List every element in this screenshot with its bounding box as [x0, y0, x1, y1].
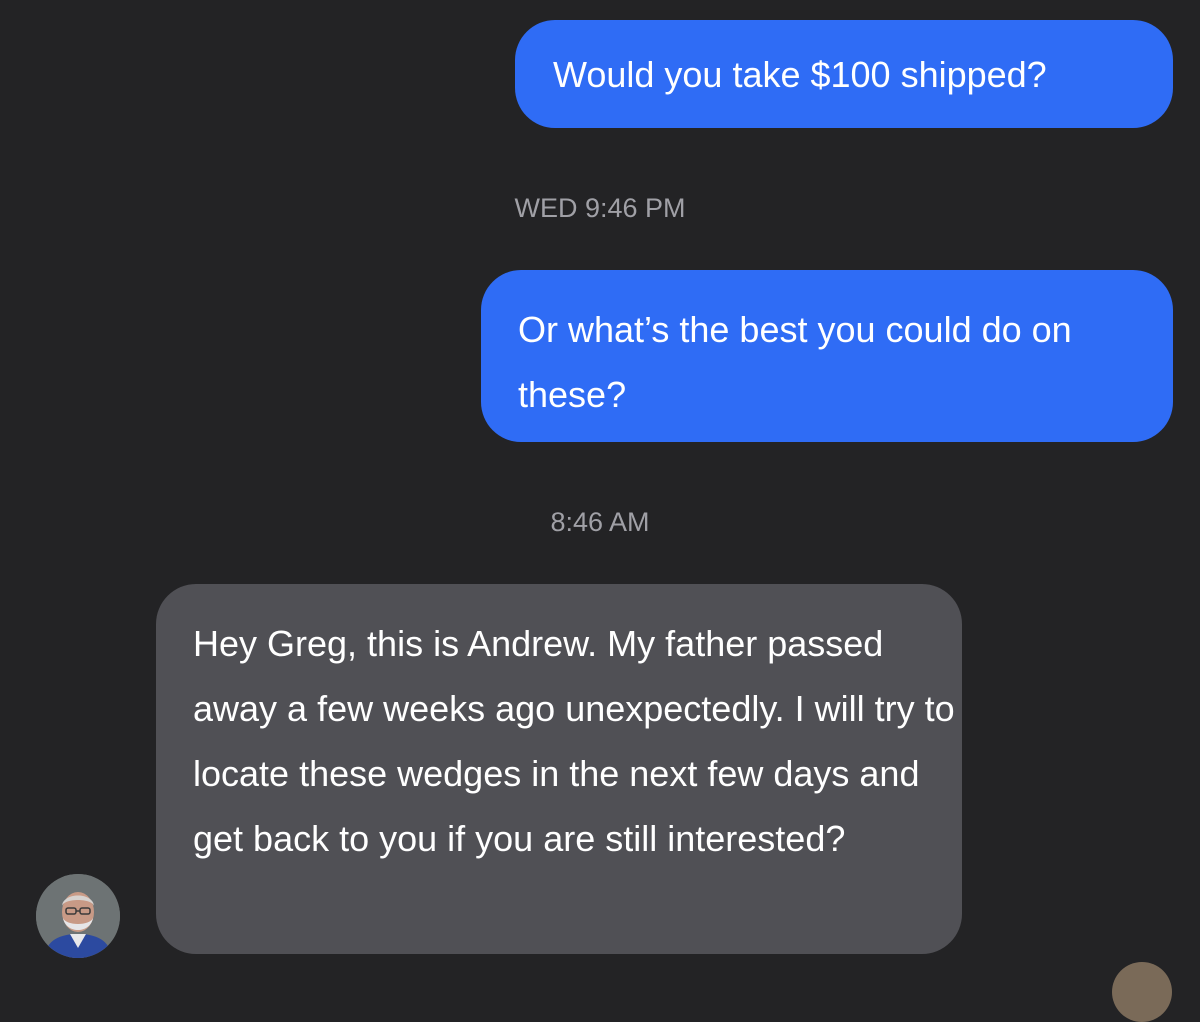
outgoing-message-bubble[interactable]: Or what’s the best you could do on these… [481, 270, 1173, 442]
sender-avatar[interactable] [36, 874, 120, 958]
person-photo-avatar-icon [36, 874, 120, 958]
outgoing-message-bubble[interactable]: Would you take $100 shipped? [515, 20, 1173, 128]
message-timestamp: WED 9:46 PM [514, 193, 686, 223]
incoming-message-bubble[interactable]: Hey Greg, this is Andrew. My father pass… [156, 584, 962, 954]
partial-avatar [1112, 962, 1172, 1022]
message-timestamp: 8:46 AM [550, 507, 650, 537]
